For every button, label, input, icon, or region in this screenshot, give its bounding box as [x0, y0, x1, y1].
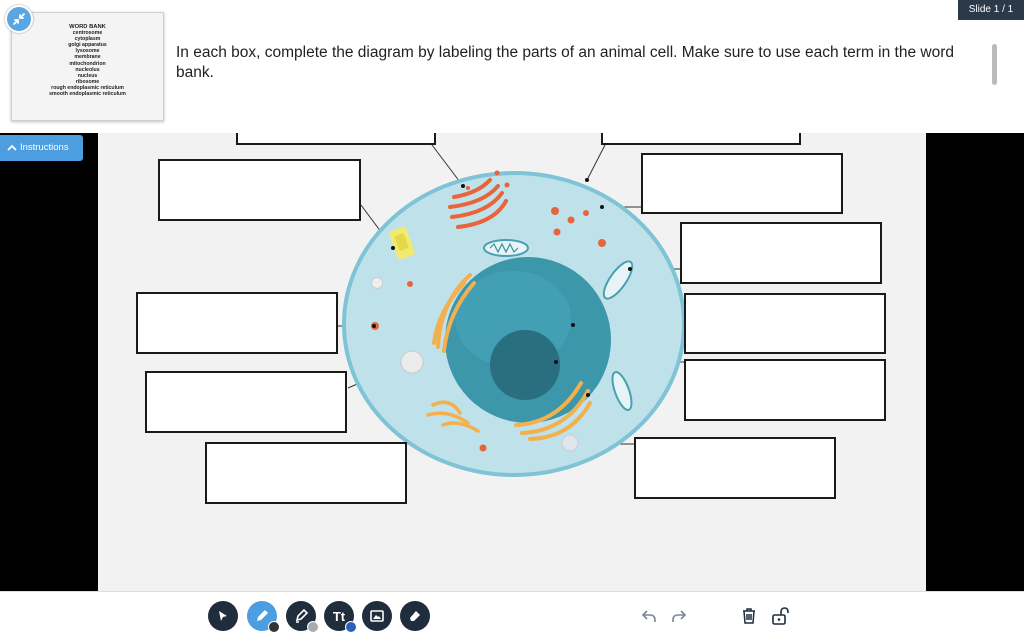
highlighter-icon	[295, 608, 309, 623]
vesicle	[371, 277, 383, 289]
shrink-arrows-icon	[13, 13, 25, 25]
label-box-10[interactable]	[205, 442, 407, 504]
cursor-icon	[219, 611, 227, 621]
drawing-toolbar: Tt	[0, 591, 1024, 638]
pen-color-swatch[interactable]	[268, 621, 280, 633]
image-tool-button[interactable]	[362, 601, 392, 631]
highlighter-color-swatch[interactable]	[307, 621, 319, 633]
eraser-icon	[410, 611, 420, 621]
text-color-swatch[interactable]	[345, 621, 357, 633]
delete-button[interactable]	[736, 603, 762, 629]
label-box-9[interactable]	[684, 359, 886, 421]
mitochondrion	[483, 239, 529, 257]
instructions-text: In each box, complete the diagram by lab…	[176, 44, 955, 81]
vesicle	[561, 434, 579, 452]
pen-tool-button[interactable]	[247, 601, 280, 633]
eraser-tool-button[interactable]	[400, 601, 430, 631]
instructions-toggle-button[interactable]: Instructions	[0, 135, 83, 161]
label-box-2[interactable]	[601, 133, 801, 145]
label-box-6[interactable]	[136, 292, 338, 354]
chevron-up-icon	[7, 144, 17, 151]
slide-indicator: Slide 1 / 1	[958, 0, 1024, 20]
redo-icon	[672, 610, 687, 622]
highlighter-tool-button[interactable]	[286, 601, 319, 633]
label-box-8[interactable]	[145, 371, 347, 433]
lock-button[interactable]	[767, 603, 793, 629]
instructions-scrollbar[interactable]	[992, 44, 997, 85]
unlock-icon	[772, 607, 789, 625]
instructions-button-label: Instructions	[20, 142, 69, 153]
select-tool-button[interactable]	[208, 601, 238, 631]
label-box-7[interactable]	[684, 293, 886, 354]
label-box-1[interactable]	[236, 133, 436, 145]
word-bank-term: smooth endoplasmic reticulum	[49, 91, 126, 98]
word-bank-image[interactable]: WORD BANK centrosome cytoplasm golgi app…	[11, 12, 164, 121]
label-box-3[interactable]	[158, 159, 361, 221]
trash-icon	[743, 608, 755, 624]
label-box-5[interactable]	[680, 222, 882, 284]
instructions-panel: Slide 1 / 1 WORD BANK centrosome cytopla…	[0, 0, 1024, 133]
image-icon	[370, 610, 384, 622]
collapse-wordbank-button[interactable]	[5, 5, 33, 33]
cell-nucleolus	[490, 330, 560, 400]
pencil-icon	[257, 610, 268, 621]
undo-button[interactable]	[636, 603, 662, 629]
text-tool-button[interactable]: Tt	[324, 601, 357, 633]
text-icon: Tt	[332, 608, 346, 624]
undo-icon	[641, 610, 656, 622]
redo-button[interactable]	[666, 603, 692, 629]
label-box-4[interactable]	[641, 153, 843, 214]
label-box-11[interactable]	[634, 437, 836, 499]
slide-canvas[interactable]	[98, 133, 926, 592]
lysosome	[400, 350, 424, 374]
